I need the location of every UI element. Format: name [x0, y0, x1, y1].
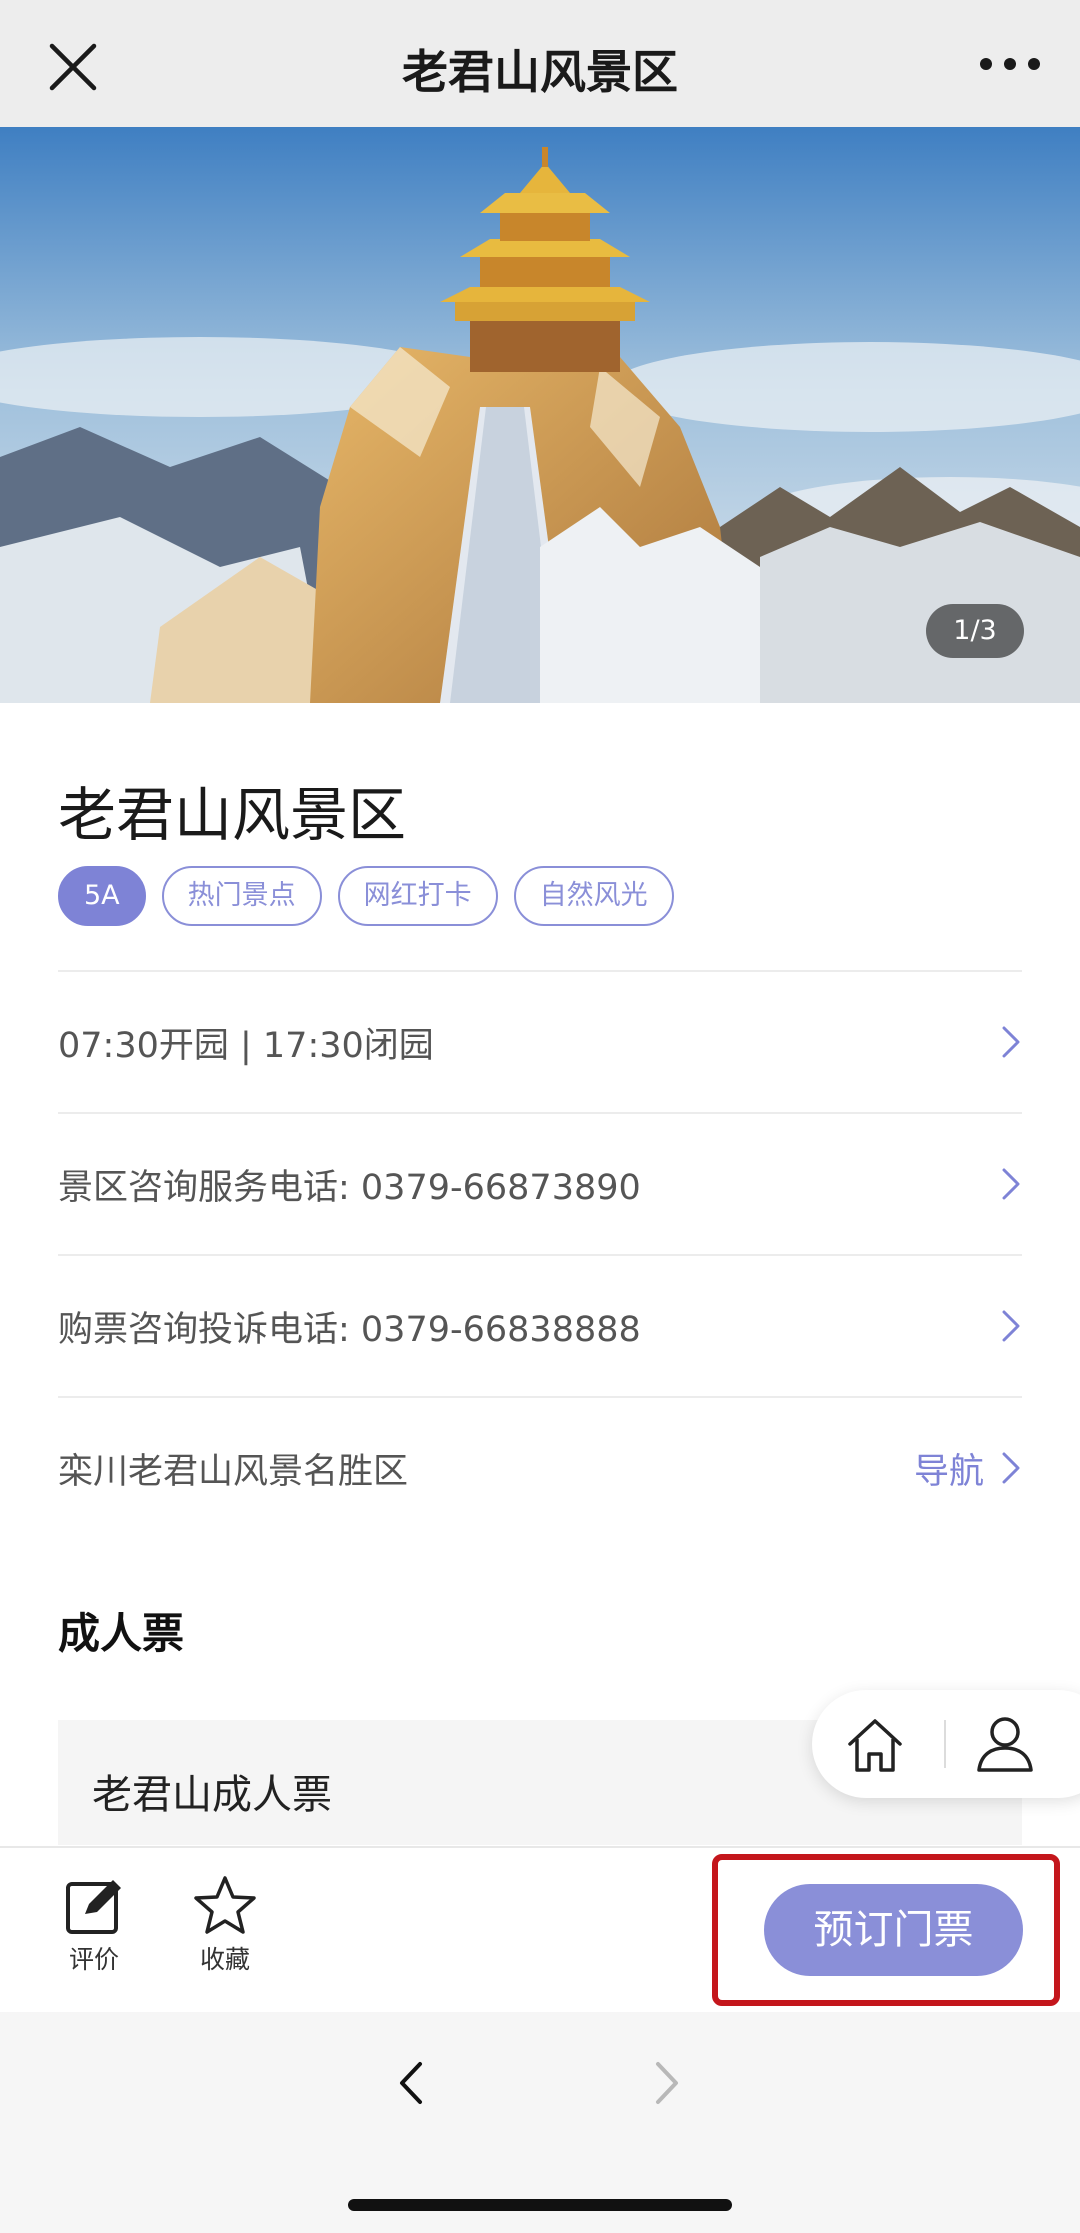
tag-popular: 网红打卡: [337, 866, 498, 926]
dot: [1028, 58, 1040, 70]
row-right: [1000, 1256, 1022, 1396]
ticket-phone: 购票咨询投诉电话: 0379-66838888: [58, 1309, 641, 1350]
tag-nature: 自然风光: [513, 866, 674, 926]
navigation-link[interactable]: 导航: [914, 1398, 1022, 1538]
floating-shortcut-bar: [812, 1690, 1080, 1798]
dot: [980, 58, 992, 70]
service-phone-row[interactable]: 景区咨询服务电话: 0379-66873890: [58, 1112, 1022, 1254]
review-label: 评价: [68, 1945, 119, 1974]
edit-icon: [66, 1880, 121, 1934]
forward-arrow-icon[interactable]: [652, 2058, 682, 2108]
navigation-label: 导航: [913, 1451, 984, 1492]
back-arrow-icon[interactable]: [396, 2058, 426, 2108]
scenic-title: 老君山风景区: [58, 781, 407, 849]
address: 栾川老君山风景名胜区: [58, 1451, 409, 1492]
dot: [1004, 58, 1016, 70]
favorite-button[interactable]: 收藏: [180, 1874, 270, 1976]
tag-5a: 5A: [58, 866, 146, 926]
ticket-phone-row[interactable]: 购票咨询投诉电话: 0379-66838888: [58, 1254, 1022, 1396]
favorite-label: 收藏: [199, 1945, 250, 1974]
home-icon[interactable]: [842, 1712, 908, 1778]
ticket-section-title: 成人票: [58, 1609, 185, 1658]
info-list: 07:30开园 | 17:30闭园 景区咨询服务电话: 0379-6687389…: [58, 970, 1022, 1538]
user-icon[interactable]: [972, 1710, 1038, 1776]
opening-hours-row[interactable]: 07:30开园 | 17:30闭园: [58, 970, 1022, 1112]
book-ticket-button[interactable]: 预订门票: [764, 1884, 1023, 1976]
hero-image: [0, 127, 1080, 703]
image-page-indicator: 1/3: [926, 604, 1024, 658]
home-indicator: [348, 2199, 732, 2211]
opening-hours: 07:30开园 | 17:30闭园: [58, 1025, 434, 1066]
hero-image-carousel[interactable]: [0, 127, 1080, 703]
tag-list: 5A 热门景点 网红打卡 自然风光: [58, 866, 674, 926]
divider: [944, 1720, 946, 1768]
tag-hot: 热门景点: [161, 866, 322, 926]
row-right: [1000, 1114, 1022, 1254]
address-row[interactable]: 栾川老君山风景名胜区 导航: [58, 1396, 1022, 1538]
chevron-right-icon: [1002, 1168, 1020, 1200]
chevron-right-icon: [1002, 1452, 1020, 1484]
chevron-right-icon: [1002, 1310, 1020, 1342]
top-bar: 老君山风景区: [0, 0, 1080, 127]
page-title: 老君山风景区: [402, 45, 678, 99]
chevron-right-icon: [1002, 1026, 1020, 1058]
more-dots-icon[interactable]: [980, 54, 1040, 74]
ticket-name: 老君山成人票: [92, 1772, 332, 1818]
row-right: [1000, 972, 1022, 1112]
review-button[interactable]: 评价: [49, 1874, 139, 1976]
service-phone: 景区咨询服务电话: 0379-66873890: [58, 1167, 641, 1208]
star-icon: [194, 1876, 256, 1934]
